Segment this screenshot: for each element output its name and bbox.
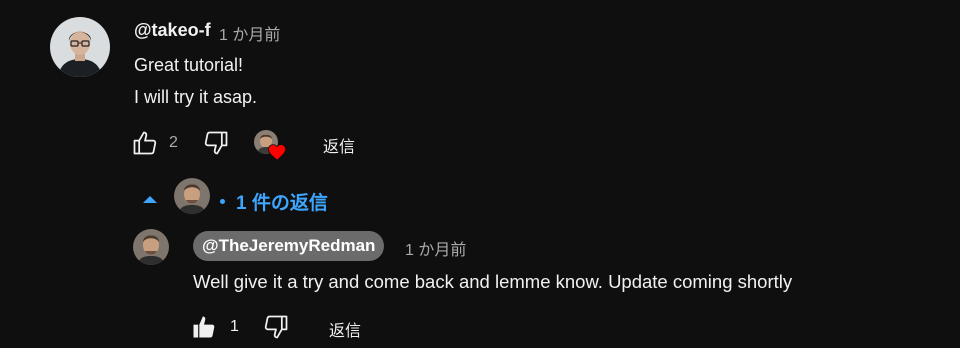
reply-like-button[interactable]: [187, 310, 221, 344]
reply-text: Well give it a try and come back and lem…: [193, 271, 793, 292]
creator-heart-badge[interactable]: [254, 130, 290, 164]
reply-like-count: 1: [230, 318, 239, 335]
thumbs-up-icon: [193, 316, 215, 338]
comment-text-line-2: I will try it asap.: [134, 87, 258, 107]
dislike-button[interactable]: [199, 126, 233, 160]
comment-timestamp[interactable]: 1 か月前: [219, 21, 280, 45]
replies-count-label[interactable]: 1 件の返信: [236, 188, 328, 215]
reply-author-avatar[interactable]: [133, 229, 169, 265]
thumbs-up-icon: [133, 131, 157, 155]
reply-dislike-button[interactable]: [259, 310, 293, 344]
separator-dot: [220, 199, 225, 204]
reply-author-chip[interactable]: @TheJeremyRedman: [193, 231, 385, 261]
heart-icon: [267, 144, 287, 161]
comment-author[interactable]: @takeo-f: [134, 20, 211, 41]
thumbs-down-icon: [264, 315, 288, 339]
reply-reply-button[interactable]: 返信: [329, 317, 361, 341]
replier-mini-avatar: [174, 178, 210, 214]
like-count: 2: [169, 134, 178, 151]
comment-text-line-1: Great tutorial!: [134, 55, 244, 75]
hide-replies-toggle[interactable]: 1 件の返信: [140, 176, 360, 222]
reply-timestamp[interactable]: 1 か月前: [405, 236, 466, 260]
thumbs-down-icon: [204, 131, 228, 155]
caret-up-icon: [143, 196, 157, 203]
reply-button[interactable]: 返信: [323, 133, 355, 157]
like-button[interactable]: [128, 126, 162, 160]
commenter-avatar[interactable]: [50, 17, 110, 77]
